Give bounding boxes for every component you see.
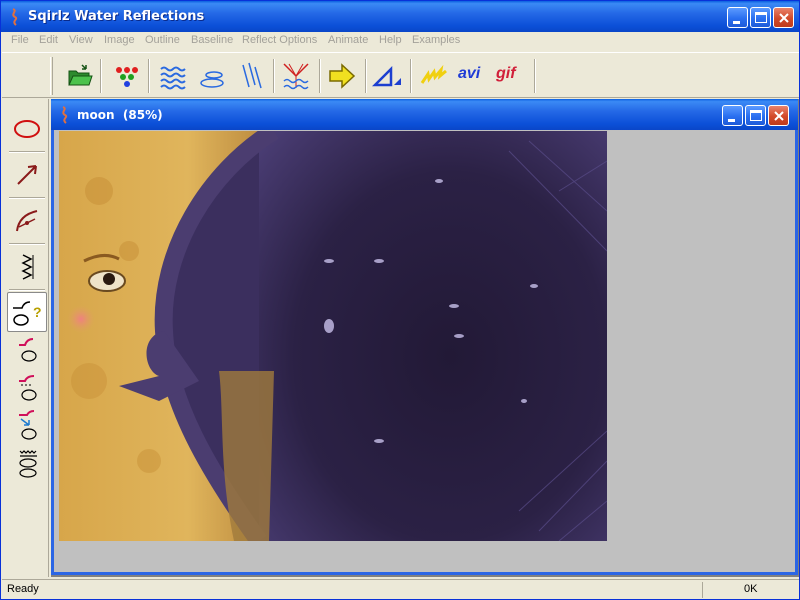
- lightning-button[interactable]: [420, 61, 450, 91]
- status-text: Ready: [7, 583, 39, 595]
- outline-tool-4[interactable]: [7, 443, 47, 483]
- menu-view[interactable]: View: [69, 34, 93, 46]
- status-panel: 0K: [702, 582, 792, 598]
- arrow-right-icon: [329, 63, 356, 89]
- zigzag-tool[interactable]: [7, 247, 47, 287]
- mdi-area: moon (85%): [51, 99, 799, 577]
- tool-separator: [9, 197, 45, 199]
- menu-outline[interactable]: Outline: [145, 34, 180, 46]
- color-dots-icon: [116, 67, 138, 87]
- close-icon: [779, 13, 789, 23]
- svg-text:?: ?: [33, 304, 42, 320]
- toolbar-separator: [410, 59, 412, 93]
- document-window: moon (85%): [51, 99, 798, 575]
- toolbar-separator: [100, 59, 102, 93]
- outline-tool-3-icon: [19, 410, 37, 440]
- perspective-button[interactable]: [372, 61, 402, 91]
- fountain-icon: [283, 63, 309, 90]
- open-button[interactable]: [65, 61, 95, 91]
- toolbar-separator: [148, 59, 150, 93]
- tool-separator: [9, 243, 45, 245]
- rain-icon: [242, 62, 262, 89]
- toolbar-separator: [365, 59, 367, 93]
- outline-tool-1[interactable]: [7, 331, 47, 371]
- rain-button[interactable]: [237, 61, 267, 91]
- colors-button[interactable]: [112, 61, 142, 91]
- moon-artwork: [59, 131, 607, 541]
- toolbar: avi gif: [2, 52, 799, 98]
- minimize-icon: [728, 119, 735, 122]
- status-bar: Ready 0K: [2, 579, 799, 599]
- menu-bar: File Edit View Image Outline Baseline Re…: [2, 32, 799, 51]
- doc-close-button[interactable]: [768, 105, 789, 126]
- doc-minimize-button[interactable]: [722, 105, 743, 126]
- minimize-button[interactable]: [727, 7, 748, 28]
- arrow-tool[interactable]: [7, 155, 47, 195]
- arc-icon: [16, 210, 38, 232]
- zigzag-icon: [21, 254, 34, 280]
- maximize-button[interactable]: [750, 7, 771, 28]
- canvas-area: [55, 130, 793, 572]
- window-title: Sqirlz Water Reflections: [28, 9, 205, 24]
- document-title-bar[interactable]: moon (85%): [51, 99, 798, 130]
- waves-icon: [160, 66, 186, 90]
- fountain-button[interactable]: [281, 61, 311, 91]
- play-button[interactable]: [327, 61, 357, 91]
- ellipse-tool[interactable]: [7, 109, 47, 149]
- menu-edit[interactable]: Edit: [39, 34, 58, 46]
- tool-separator: [9, 289, 45, 291]
- toolbar-grip[interactable]: [50, 57, 53, 95]
- maximize-icon: [755, 12, 767, 23]
- close-button[interactable]: [773, 7, 794, 28]
- lightning-icon: [420, 64, 447, 84]
- menu-file[interactable]: File: [11, 34, 29, 46]
- maximize-icon: [750, 110, 762, 121]
- outline-help-icon: ?: [13, 301, 42, 326]
- menu-image[interactable]: Image: [104, 34, 135, 46]
- menu-help[interactable]: Help: [379, 34, 402, 46]
- toolbar-separator: [319, 59, 321, 93]
- document-icon: [62, 106, 68, 124]
- toolbar-separator: [534, 59, 536, 93]
- open-folder-icon: [68, 64, 93, 86]
- gif-button[interactable]: gif: [496, 65, 516, 83]
- triangle-icon: [372, 65, 401, 87]
- minimize-icon: [733, 21, 740, 24]
- arrow-icon: [17, 165, 37, 185]
- doc-maximize-button[interactable]: [745, 105, 766, 126]
- ripples-button[interactable]: [198, 61, 228, 91]
- arc-tool[interactable]: [7, 201, 47, 241]
- close-icon: [774, 111, 784, 121]
- title-bar[interactable]: Sqirlz Water Reflections: [1, 1, 799, 32]
- outline-tool-1-icon: [19, 338, 37, 362]
- outline-tool-2[interactable]: [7, 369, 47, 409]
- menu-animate[interactable]: Animate: [328, 34, 368, 46]
- tool-separator: [9, 151, 45, 153]
- avi-button[interactable]: avi: [458, 65, 480, 83]
- toolbar-separator: [273, 59, 275, 93]
- outline-tool-3[interactable]: [7, 405, 47, 445]
- app-window: Sqirlz Water Reflections File Edit View …: [0, 0, 800, 600]
- moon-image[interactable]: [59, 131, 607, 541]
- menu-examples[interactable]: Examples: [412, 34, 460, 46]
- outline-tool-4-icon: [19, 450, 37, 478]
- menu-baseline[interactable]: Baseline: [191, 34, 233, 46]
- menu-reflect-options[interactable]: Reflect Options: [242, 34, 317, 46]
- ripples-icon: [200, 71, 224, 88]
- app-icon: [12, 8, 18, 26]
- tool-strip: ?: [5, 99, 49, 577]
- ellipse-icon: [14, 120, 40, 138]
- outline-help-tool[interactable]: ?: [7, 292, 47, 332]
- document-title: moon (85%): [77, 108, 163, 122]
- outline-tool-2-icon: [19, 375, 37, 401]
- status-value: 0K: [744, 583, 758, 595]
- waves-button[interactable]: [159, 61, 189, 91]
